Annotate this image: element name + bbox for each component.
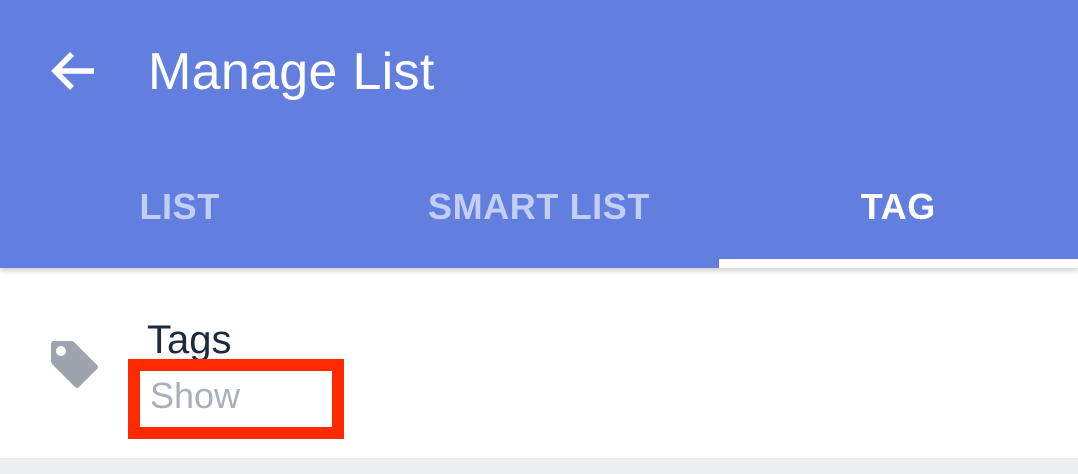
- tab-tag-label: TAG: [860, 186, 936, 227]
- list-item-subtitle[interactable]: Show: [150, 374, 240, 418]
- arrow-left-icon: [51, 52, 94, 90]
- app-bar: Manage List LIST SMART LIST TAG: [0, 0, 1078, 268]
- back-button[interactable]: [44, 42, 102, 100]
- divider-strip: [0, 458, 1078, 474]
- tab-list[interactable]: LIST: [0, 162, 359, 268]
- tag-icon: [51, 341, 98, 388]
- page-title: Manage List: [148, 43, 435, 101]
- tab-smart-list[interactable]: SMART LIST: [359, 162, 718, 268]
- list-item-title: Tags: [147, 318, 232, 362]
- tab-bar: LIST SMART LIST TAG: [0, 162, 1078, 268]
- tab-tag[interactable]: TAG: [718, 162, 1078, 268]
- manage-list-screen: Manage List LIST SMART LIST TAG Tags Sho…: [0, 0, 1078, 474]
- active-tab-indicator: [718, 259, 1078, 268]
